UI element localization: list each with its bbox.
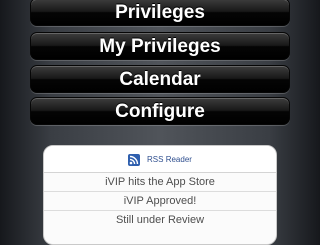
rss-reader-title: RSS Reader: [147, 154, 192, 164]
my-privileges-button[interactable]: My Privileges: [30, 32, 290, 60]
rss-item-under-review[interactable]: Still under Review: [44, 211, 276, 229]
configure-button[interactable]: Configure: [30, 97, 290, 125]
rss-reader-panel: RSS Reader iVIP hits the App Store iVIP …: [43, 145, 277, 245]
rss-item-app-store[interactable]: iVIP hits the App Store: [44, 173, 276, 192]
calendar-button[interactable]: Calendar: [30, 65, 290, 93]
rss-feed-icon: [128, 153, 141, 166]
privileges-button[interactable]: Privileges: [30, 0, 290, 26]
rss-reader-header[interactable]: RSS Reader: [44, 146, 276, 173]
rss-item-approved[interactable]: iVIP Approved!: [44, 192, 276, 211]
